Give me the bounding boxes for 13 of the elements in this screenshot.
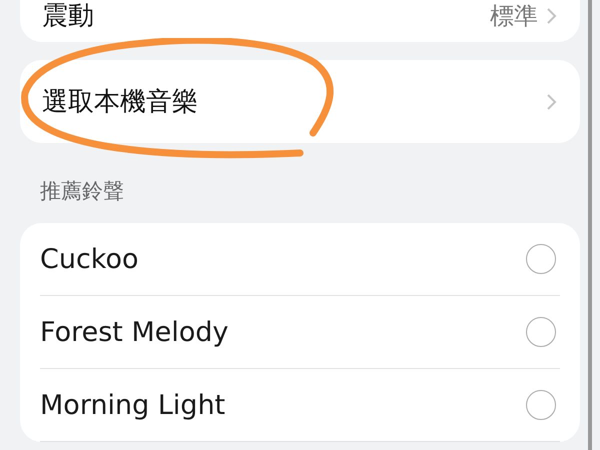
- chevron-icon: [546, 7, 558, 25]
- ringtone-name: Forest Melody: [40, 316, 230, 348]
- setting-label: 選取本機音樂: [42, 86, 199, 119]
- radio-button[interactable]: [526, 244, 556, 274]
- radio-button[interactable]: [526, 317, 556, 347]
- section-header: 推薦鈴聲: [39, 178, 125, 205]
- setting-label: 震動: [42, 0, 95, 32]
- radio-button[interactable]: [526, 390, 556, 420]
- ringtone-name: Morning Light: [40, 390, 226, 420]
- chevron-icon: [546, 92, 558, 110]
- ringtone-name: Cuckoo: [40, 244, 140, 274]
- local-music-item[interactable]: 選取本機音樂: [20, 60, 580, 143]
- setting-value: 標準: [490, 1, 538, 32]
